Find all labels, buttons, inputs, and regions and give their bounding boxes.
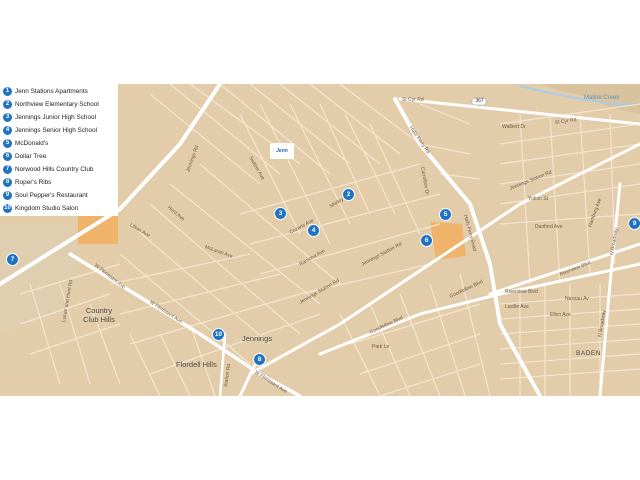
route-badge: 367	[475, 98, 484, 104]
place-label: Jennings	[242, 334, 273, 343]
jenn-stations-logo[interactable]: Jenn	[270, 143, 294, 159]
legend-label: Soul Pepper's Restaurant	[15, 191, 88, 199]
map-pin-9[interactable]: 9	[628, 217, 640, 230]
street-label: Walbert Dr	[502, 124, 526, 130]
map-pin-2[interactable]: 2	[342, 188, 355, 201]
legend-item-4[interactable]: 4 Jennings Senior High School	[3, 124, 97, 136]
place-label: Flordell Hills	[176, 360, 217, 369]
legend-label: Dollar Tree	[15, 152, 47, 160]
legend-number: 8	[3, 177, 12, 187]
map-pin-6[interactable]: 6	[420, 234, 433, 247]
legend-item-7[interactable]: 7 Norwood Hills Country Club	[3, 163, 94, 175]
legend-number: 9	[3, 190, 12, 200]
legend-item-3[interactable]: 3 Jennings Junior High School	[3, 111, 96, 123]
place-label: Maline Creek	[584, 95, 620, 101]
legend-label: Jennings Senior High School	[15, 126, 98, 134]
map-pin-7[interactable]: 7	[6, 253, 19, 266]
map-pin-3[interactable]: 3	[274, 207, 287, 220]
street-label: Park Ln	[372, 344, 390, 350]
legend-label: Kingdom Studio Salon	[15, 204, 79, 212]
place-label: BADEN	[576, 350, 601, 357]
legend-number: 7	[3, 164, 12, 174]
map-pin-8[interactable]: 8	[253, 353, 266, 366]
legend-label: Jennings Junior High School	[15, 113, 96, 121]
legend-number: 2	[3, 99, 12, 109]
legend-label: Jenn Stations Apartments	[15, 87, 88, 95]
map-legend: 1 Jenn Stations Apartments 2 Northview Ele…	[0, 84, 118, 216]
street-label: Riverview Blvd	[505, 289, 538, 295]
legend-item-2[interactable]: 2 Northview Elementary School	[3, 98, 99, 110]
street-label: St Cyr Rd	[402, 97, 424, 103]
map-pin-10[interactable]: 10	[212, 328, 225, 341]
map-pin-4[interactable]: 4	[307, 224, 320, 237]
legend-item-9[interactable]: 9 Soul Pepper's Restaurant	[3, 189, 88, 201]
street-label: Dunford Ave	[535, 224, 563, 230]
street-label: Yukon St	[528, 196, 549, 202]
map-pin-5[interactable]: 5	[439, 208, 452, 221]
legend-number: 10	[3, 203, 12, 213]
street-label: Ellen Ave	[550, 312, 571, 318]
legend-item-6[interactable]: 6 Dollar Tree	[3, 150, 46, 162]
legend-item-8[interactable]: 8 Roper's Ribs	[3, 176, 51, 188]
legend-number: 1	[3, 86, 12, 96]
street-label: Lucille Ave	[505, 304, 529, 310]
legend-number: 6	[3, 151, 12, 161]
legend-number: 3	[3, 112, 12, 122]
legend-number: 5	[3, 138, 12, 148]
legend-item-5[interactable]: 5 McDonald's	[3, 137, 48, 149]
legend-label: Norwood Hills Country Club	[15, 165, 94, 173]
legend-item-10[interactable]: 10 Kingdom Studio Salon	[3, 202, 78, 214]
legend-item-1[interactable]: 1 Jenn Stations Apartments	[3, 85, 88, 97]
legend-number: 4	[3, 125, 12, 135]
legend-label: McDonald's	[15, 139, 49, 147]
legend-label: Roper's Ribs	[15, 178, 52, 186]
street-label: Nassau Av	[565, 296, 589, 302]
place-label: Country Club Hills	[83, 306, 115, 324]
legend-label: Northview Elementary School	[15, 100, 99, 108]
